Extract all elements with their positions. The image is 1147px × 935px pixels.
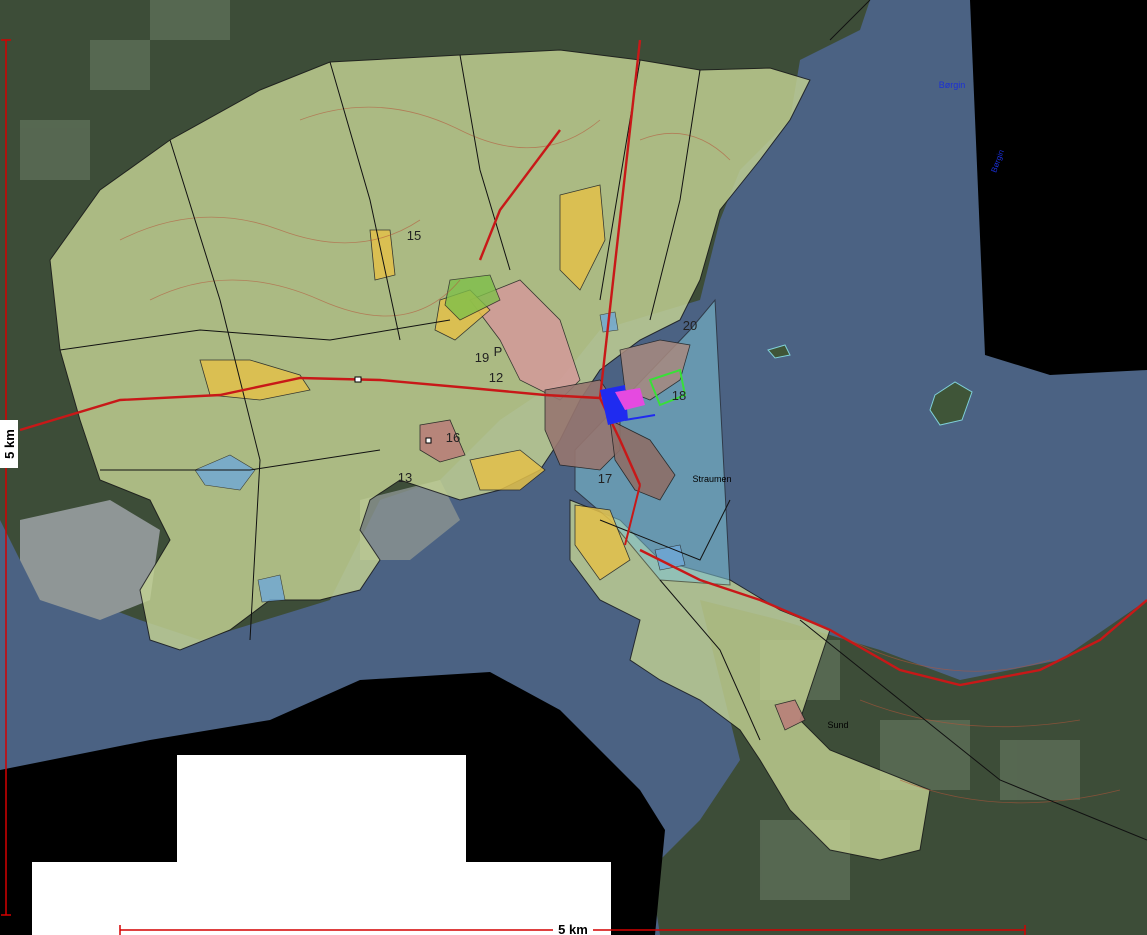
building-symbol (425, 437, 432, 444)
zone-number-16: 16 (446, 430, 460, 445)
zone-label-p: P (494, 344, 503, 359)
place-label-sund: Sund (827, 720, 848, 730)
zone-number-19: 19 (475, 350, 489, 365)
nodata-mask-ne (970, 0, 1147, 375)
zone-number-13: 13 (398, 470, 412, 485)
zone-number-15: 15 (407, 228, 421, 243)
zone-number-18: 18 (672, 388, 686, 403)
place-label-straumen: Straumen (692, 474, 731, 484)
scale-label-vertical: 5 km (2, 429, 17, 459)
scale-label-horizontal: 5 km (558, 922, 588, 935)
place-label-borgin: Børgin (939, 80, 966, 90)
blank-area-1 (177, 755, 466, 865)
zone-number-17: 17 (598, 471, 612, 486)
building-symbol (354, 376, 362, 383)
blank-area-2 (32, 862, 611, 935)
zone-number-12: 12 (489, 370, 503, 385)
zone-number-20: 20 (683, 318, 697, 333)
map-canvas[interactable]: 5 km 5 km Børgin Børgin Straumen Sund 12… (0, 0, 1147, 935)
